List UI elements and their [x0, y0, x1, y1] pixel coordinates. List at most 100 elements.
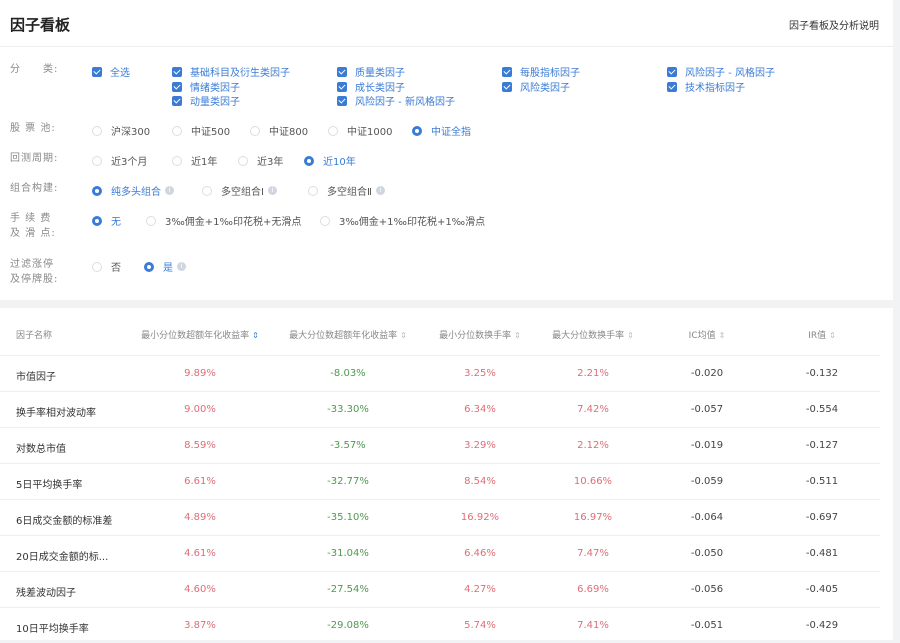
- column-header[interactable]: 因子名称: [16, 328, 52, 341]
- option-label: 多空组合Ⅰ: [221, 187, 264, 198]
- category-checkbox[interactable]: 基础科目及衍生类因子: [172, 64, 290, 79]
- table-row[interactable]: 换手率相对波动率 9.00% -33.30% 6.34% 7.42% -0.057 -0.5…: [0, 391, 880, 427]
- factor-name: 换手率相对波动率: [16, 408, 96, 419]
- portfolio-radio[interactable]: 多空组合Ⅱ i: [308, 183, 385, 198]
- column-header[interactable]: 最小分位数换手率 ⇕: [439, 328, 521, 341]
- info-icon[interactable]: i: [177, 262, 186, 271]
- sort-icon[interactable]: ⇕: [627, 331, 634, 340]
- option-label: 风险类因子: [520, 83, 570, 94]
- table-cell: 2.21%: [577, 368, 609, 379]
- category-checkbox[interactable]: 每股指标因子: [502, 64, 580, 79]
- table-cell: -0.481: [805, 548, 839, 559]
- table-cell: 4.27%: [464, 584, 496, 595]
- period-radio[interactable]: 近3个月: [92, 153, 147, 168]
- portfolio-radio[interactable]: 纯多头组合 i: [92, 183, 174, 198]
- page-title: 因子看板: [10, 16, 71, 34]
- option-label: 质量类因子: [355, 68, 405, 79]
- radio-selected-icon: [304, 155, 314, 166]
- factor-name: 6日成交金额的标准差: [16, 516, 113, 527]
- column-label: IR值: [808, 331, 827, 341]
- table-cell: -31.04%: [327, 548, 369, 559]
- table-cell: -32.77%: [327, 476, 369, 487]
- checkbox-checked-icon: [172, 66, 182, 77]
- info-icon[interactable]: i: [267, 186, 277, 195]
- table-cell: -0.511: [805, 476, 839, 487]
- option-label: 近1年: [191, 157, 218, 168]
- category-checkbox[interactable]: 情绪类因子: [172, 79, 240, 94]
- table-row[interactable]: 5日平均换手率 6.61% -32.77% 8.54% 10.66% -0.059 -0.5…: [0, 463, 880, 499]
- category-checkbox[interactable]: 全选: [92, 64, 130, 79]
- filter-label: 过滤涨停: [10, 259, 54, 270]
- column-header[interactable]: 最小分位数超额年化收益率 ⇕: [141, 328, 259, 341]
- radio-icon: [92, 261, 102, 272]
- help-link[interactable]: 因子看板及分析说明: [789, 17, 879, 32]
- table-cell: 8.59%: [184, 440, 216, 451]
- table-cell: -3.57%: [330, 440, 366, 451]
- column-header[interactable]: 最大分位数换手率 ⇕: [552, 328, 634, 341]
- option-label: 沪深300: [111, 127, 151, 138]
- column-header[interactable]: IR值 ⇕: [808, 328, 836, 341]
- filter-label: 回测周期:: [10, 153, 59, 164]
- radio-icon: [320, 215, 330, 226]
- fee-radio[interactable]: 3‰佣金+1‰印花税+1‰滑点: [320, 213, 485, 228]
- column-label: 最小分位数换手率: [439, 331, 512, 341]
- table-cell: 4.89%: [184, 512, 216, 523]
- table-cell: -0.132: [805, 368, 839, 379]
- table-cell: 7.41%: [577, 620, 609, 631]
- table-cell: 2.12%: [577, 440, 609, 451]
- table-cell: -0.429: [805, 620, 839, 631]
- category-checkbox[interactable]: 风险因子 - 风格因子: [667, 64, 775, 79]
- option-label: 3‰佣金+1‰印花税+1‰滑点: [339, 217, 486, 228]
- pool-radio[interactable]: 中证500: [172, 123, 230, 138]
- column-header[interactable]: 最大分位数超额年化收益率 ⇕: [289, 328, 407, 341]
- pool-radio[interactable]: 中证全指: [412, 123, 471, 138]
- table-cell: 9.89%: [184, 368, 216, 379]
- category-checkbox[interactable]: 风险因子 - 新风格因子: [337, 93, 455, 108]
- sort-icon[interactable]: ⇕: [400, 331, 407, 340]
- category-checkbox[interactable]: 成长类因子: [337, 79, 405, 94]
- category-checkbox[interactable]: 风险类因子: [502, 79, 570, 94]
- table-row[interactable]: 6日成交金额的标准差 4.89% -35.10% 16.92% 16.97% -0.064…: [0, 499, 880, 535]
- sort-icon[interactable]: ⇕: [514, 331, 521, 340]
- category-checkbox[interactable]: 质量类因子: [337, 64, 405, 79]
- info-icon[interactable]: i: [165, 186, 174, 195]
- checkbox-checked-icon: [667, 66, 677, 77]
- table-row[interactable]: 10日平均换手率 3.87% -29.08% 5.74% 7.41% -0.051 -0.4…: [0, 607, 880, 643]
- pool-radio[interactable]: 中证1000: [328, 123, 392, 138]
- pool-radio[interactable]: 沪深300: [92, 123, 150, 138]
- portfolio-radio[interactable]: 多空组合Ⅰ i: [202, 183, 277, 198]
- info-icon[interactable]: i: [375, 186, 385, 195]
- sort-icon[interactable]: ⇕: [829, 331, 836, 340]
- period-radio[interactable]: 近10年: [304, 153, 356, 168]
- option-label: 中证800: [269, 127, 309, 138]
- limit-radio[interactable]: 否: [92, 259, 121, 274]
- column-label: IC均值: [688, 331, 716, 341]
- radio-selected-icon: [144, 261, 154, 272]
- period-radio[interactable]: 近1年: [172, 153, 217, 168]
- table-cell: -0.050: [690, 548, 724, 559]
- period-radio[interactable]: 近3年: [238, 153, 283, 168]
- limit-radio[interactable]: 是i: [144, 259, 186, 274]
- pool-radio[interactable]: 中证800: [250, 123, 308, 138]
- checkbox-checked-icon: [172, 81, 182, 92]
- fee-radio[interactable]: 无: [92, 213, 121, 228]
- column-header[interactable]: IC均值 ⇕: [689, 328, 726, 341]
- sort-icon[interactable]: ⇕: [252, 331, 259, 340]
- category-checkbox[interactable]: 技术指标因子: [667, 79, 745, 94]
- fee-radio[interactable]: 3‰佣金+1‰印花税+无滑点: [146, 213, 301, 228]
- factor-name: 10日平均换手率: [16, 624, 89, 635]
- table-cell: -0.019: [690, 440, 724, 451]
- category-checkbox[interactable]: 动量类因子: [172, 93, 240, 108]
- sort-icon[interactable]: ⇕: [719, 331, 726, 340]
- table-cell: 6.69%: [577, 584, 609, 595]
- table-row[interactable]: 对数总市值 8.59% -3.57% 3.29% 2.12% -0.019 -0.127: [0, 427, 880, 463]
- table-cell: -33.30%: [327, 404, 369, 415]
- table-row[interactable]: 20日成交金额的标... 4.61% -31.04% 6.46% 7.47% -0.050…: [0, 535, 880, 571]
- filter-label: 手 续 费: [10, 213, 52, 224]
- table-cell: -0.554: [805, 404, 839, 415]
- table-row[interactable]: 市值因子 9.89% -8.03% 3.25% 2.21% -0.020 -0.132: [0, 355, 880, 391]
- radio-icon: [92, 155, 102, 166]
- column-label: 最大分位数超额年化收益率: [289, 331, 398, 341]
- table-row[interactable]: 残差波动因子 4.60% -27.54% 4.27% 6.69% -0.056 -0.405: [0, 571, 880, 607]
- option-label: 风险因子 - 新风格因子: [355, 97, 455, 108]
